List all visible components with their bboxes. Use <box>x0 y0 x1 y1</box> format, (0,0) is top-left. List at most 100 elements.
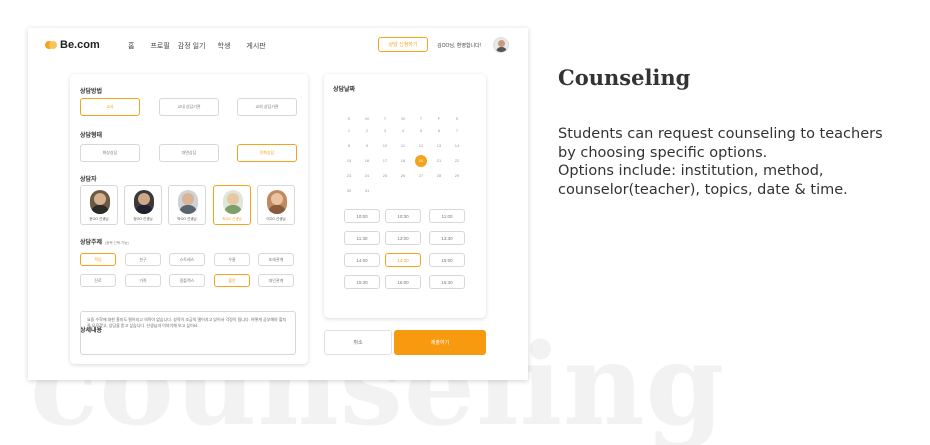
topic-option-career[interactable]: 진로 <box>80 274 116 287</box>
weekday-label: W <box>401 116 405 121</box>
calendar-day[interactable]: 7 <box>450 125 464 137</box>
method-option-teacher[interactable]: 교사 <box>80 98 140 116</box>
description-line: Options include: institution, method, <box>558 163 824 179</box>
calendar-day[interactable]: 28 <box>432 170 446 182</box>
topics-title-text: 상담주제 <box>80 240 103 246</box>
counselor-name: 최OO 선생님 <box>222 217 242 221</box>
time-slot[interactable]: 13:00 <box>385 231 421 245</box>
calendar-day[interactable]: 18 <box>396 155 410 167</box>
top-nav: Be.com 홈 프로필 감정 일기 학생 게시판 상담 신청하기 김OO님, … <box>28 28 528 64</box>
main-nav: 홈 프로필 감정 일기 학생 게시판 <box>128 41 282 51</box>
time-slot[interactable]: 14:00 <box>344 253 380 267</box>
nav-item-board[interactable]: 게시판 <box>246 41 265 51</box>
app-window: Be.com 홈 프로필 감정 일기 학생 게시판 상담 신청하기 김OO님, … <box>28 28 528 380</box>
counselor-photo <box>178 190 198 214</box>
time-slot[interactable]: 13:30 <box>429 231 465 245</box>
logo-mark-icon <box>45 40 57 50</box>
form-option-video[interactable]: 화상상담 <box>80 144 140 162</box>
counselor-name: 윤OO 선생님 <box>89 217 109 221</box>
calendar-day[interactable]: 4 <box>396 125 410 137</box>
topic-option-peers[interactable]: 또래관계 <box>258 253 294 266</box>
calendar-day[interactable]: 13 <box>432 140 446 152</box>
topic-option-family[interactable]: 가족 <box>125 274 161 287</box>
counselor-card[interactable]: 박OO 선생님 <box>168 185 206 225</box>
calendar-day[interactable]: 1 <box>342 125 356 137</box>
calendar-day[interactable]: 30 <box>342 185 356 197</box>
calendar-day[interactable]: 8 <box>342 140 356 152</box>
form-title: 상담형태 <box>80 133 103 139</box>
counselor-card[interactable]: 정OO 선생님 <box>124 185 162 225</box>
topic-option-anxiety[interactable]: 불안 <box>214 274 250 287</box>
calendar-day[interactable]: 9 <box>360 140 374 152</box>
calendar-day[interactable]: 14 <box>450 140 464 152</box>
time-slot[interactable]: 11:00 <box>429 209 465 223</box>
topic-option-study[interactable]: 학업 <box>80 253 116 266</box>
counselor-card-selected[interactable]: 최OO 선생님 <box>213 185 251 225</box>
counselor-title: 상담자 <box>80 177 97 183</box>
calendar-day[interactable]: 21 <box>432 155 446 167</box>
calendar-day-selected[interactable]: 20 <box>415 155 427 167</box>
calendar-day[interactable]: 16 <box>360 155 374 167</box>
calendar-day[interactable]: 25 <box>378 170 392 182</box>
topics-title: 상담주제 (중복 선택 가능) <box>80 237 129 246</box>
topic-option-relationships[interactable]: 대인관계 <box>258 274 294 287</box>
method-option-outside-center[interactable]: 교외 상담기관 <box>237 98 297 116</box>
time-slot[interactable]: 11:30 <box>344 231 380 245</box>
logo[interactable]: Be.com <box>45 39 100 51</box>
nav-item-students[interactable]: 학생 <box>218 41 231 51</box>
description-line: counselor(teacher), topics, date & time. <box>558 181 848 198</box>
form-option-in-person[interactable]: 대면상담 <box>159 144 219 162</box>
nav-item-profile[interactable]: 프로필 <box>150 41 169 51</box>
calendar-day[interactable]: 2 <box>360 125 374 137</box>
calendar-day[interactable]: 6 <box>432 125 446 137</box>
calendar-day[interactable]: 22 <box>450 155 464 167</box>
time-slot[interactable]: 16:00 <box>385 275 421 289</box>
time-slot[interactable]: 16:30 <box>429 275 465 289</box>
description-text: Students can request counseling to teach… <box>558 125 926 199</box>
calendar-day[interactable]: 24 <box>360 170 374 182</box>
cancel-button[interactable]: 취소 <box>324 330 392 355</box>
counselor-name: 이OO 선생님 <box>266 217 286 221</box>
nav-item-home[interactable]: 홈 <box>128 41 134 51</box>
counselor-photo <box>223 190 243 214</box>
weekday-label: T <box>419 116 423 121</box>
submit-button[interactable]: 제출하기 <box>394 330 486 355</box>
time-slot[interactable]: 15:00 <box>429 253 465 267</box>
topic-option-complex[interactable]: 콤플렉스 <box>169 274 205 287</box>
topic-option-friends[interactable]: 친구 <box>125 253 161 266</box>
time-slot[interactable]: 10:00 <box>344 209 380 223</box>
apply-counseling-button[interactable]: 상담 신청하기 <box>378 37 428 52</box>
topic-option-depression[interactable]: 우울 <box>214 253 250 266</box>
time-slot[interactable]: 15:30 <box>344 275 380 289</box>
weekday-label: M <box>365 116 369 121</box>
user-avatar[interactable] <box>493 37 509 53</box>
calendar-title: 상담날짜 <box>333 87 356 93</box>
calendar-day[interactable]: 5 <box>414 125 428 137</box>
nav-item-emotion-diary[interactable]: 감정 일기 <box>178 41 206 51</box>
weekday-label: S <box>347 116 351 121</box>
calendar-day[interactable]: 31 <box>360 185 374 197</box>
time-slot-selected[interactable]: 14:30 <box>385 253 421 267</box>
calendar-day[interactable]: 23 <box>342 170 356 182</box>
counselor-photo <box>267 190 287 214</box>
counselor-name: 박OO 선생님 <box>177 217 197 221</box>
topic-option-stress[interactable]: 스트레스 <box>169 253 205 266</box>
details-textarea[interactable]: 요즘 수학에 대한 흥미도 떨어지고 의욕이 없습니다. 성적이 조금씩 떨어지… <box>80 311 296 355</box>
time-slot[interactable]: 10:30 <box>385 209 421 223</box>
calendar-day[interactable]: 26 <box>396 170 410 182</box>
calendar-day[interactable]: 15 <box>342 155 356 167</box>
calendar-day[interactable]: 12 <box>414 140 428 152</box>
calendar-day[interactable]: 10 <box>378 140 392 152</box>
counselor-card[interactable]: 이OO 선생님 <box>257 185 295 225</box>
calendar-day[interactable]: 3 <box>378 125 392 137</box>
description-line: by choosing specific options. <box>558 144 768 161</box>
form-option-phone[interactable]: 전화상담 <box>237 144 297 162</box>
calendar-day[interactable]: 17 <box>378 155 392 167</box>
calendar-day[interactable]: 29 <box>450 170 464 182</box>
date-time-panel: 상담날짜 S M T W T F S 1 2 3 4 5 6 7 8 9 10 … <box>324 74 486 318</box>
counselor-photo <box>134 190 154 214</box>
calendar-day[interactable]: 11 <box>396 140 410 152</box>
calendar-day[interactable]: 27 <box>414 170 428 182</box>
counselor-card[interactable]: 윤OO 선생님 <box>80 185 118 225</box>
method-option-school-center[interactable]: 교내 상담기관 <box>159 98 219 116</box>
